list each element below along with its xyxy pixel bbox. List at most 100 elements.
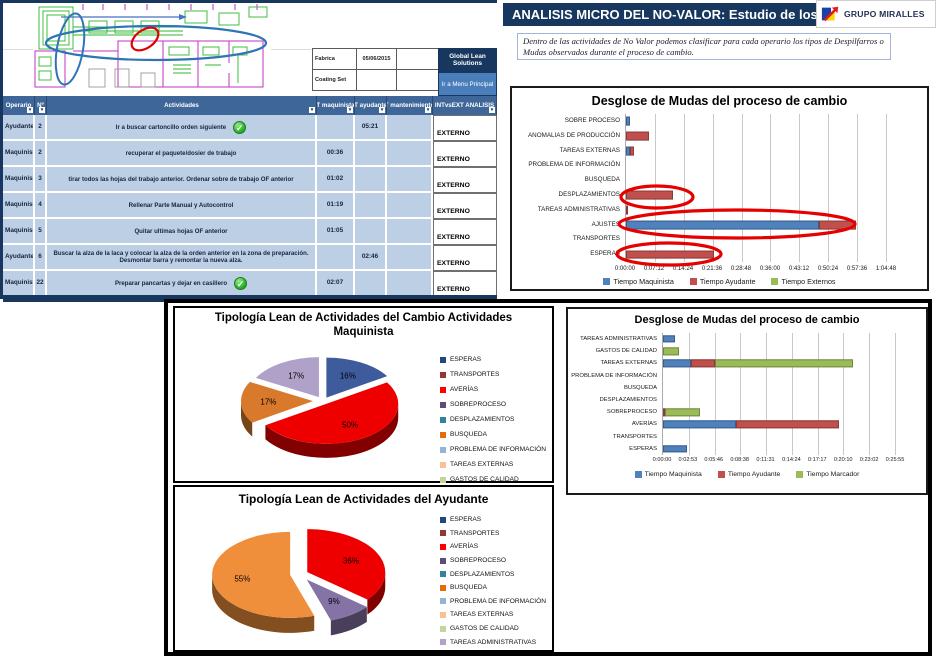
legend-swatch [440, 357, 446, 363]
legend-swatch [440, 571, 446, 577]
cell-t-mantenimiento[interactable] [387, 219, 433, 245]
header-num[interactable]: Nº▾ [35, 96, 47, 115]
cell-t-ayudante[interactable]: 05:21 [355, 115, 387, 141]
cell-num[interactable]: 2 [35, 141, 47, 167]
cell-actividad[interactable]: Quitar ultimas hojas OF anterior [47, 219, 317, 245]
cell-actividad[interactable]: recuperar el paquete/dosier de trabajo [47, 141, 317, 167]
cell-t-ayudante[interactable] [355, 219, 387, 245]
filter-icon[interactable]: ▾ [39, 107, 45, 113]
legend-label: TAREAS ADMINISTRATIVAS [450, 639, 536, 646]
cell-t-mantenimiento[interactable] [387, 193, 433, 219]
cell-operario[interactable]: Maquinista [3, 219, 35, 245]
cell-t-maquinista[interactable]: 01:19 [317, 193, 355, 219]
bar-segment [665, 409, 700, 416]
cell-t-ayudante[interactable] [355, 167, 387, 193]
mini-label[interactable]: Fabrica [312, 48, 357, 70]
header-intvsext[interactable]: INTvsEXT ANALISIS▾ [433, 96, 497, 115]
cell-analisis[interactable]: EXTERNO [433, 141, 497, 167]
menu-principal-button[interactable]: Ir a Menu Principal [438, 72, 497, 96]
cell-num[interactable]: 4 [35, 193, 47, 219]
cell-operario[interactable]: Maquinista [3, 271, 35, 297]
chart-title: Desglose de Mudas del proceso de cambio [568, 314, 926, 326]
cell-num[interactable]: 22 [35, 271, 47, 297]
cell-analisis[interactable]: EXTERNO [433, 193, 497, 219]
cell-t-ayudante[interactable] [355, 271, 387, 297]
cell-t-maquinista[interactable] [317, 115, 355, 141]
cell-num[interactable]: 5 [35, 219, 47, 245]
cell-t-mantenimiento[interactable] [387, 141, 433, 167]
x-tick-label: 0:23:02 [860, 457, 879, 463]
legend-swatch [440, 387, 446, 393]
cell-t-mantenimiento[interactable] [387, 245, 433, 271]
cell-actividad[interactable]: Preparar pancartas y dejar en casillero [47, 271, 317, 297]
filter-icon[interactable]: ▾ [489, 107, 495, 113]
legend-item: BUSQUEDA [440, 427, 546, 442]
cell-t-ayudante[interactable] [355, 193, 387, 219]
legend-label: GASTOS DE CALIDAD [450, 476, 519, 483]
cell-t-maquinista[interactable]: 00:36 [317, 141, 355, 167]
activity-text: tirar todos las hojas del trabajo anteri… [68, 176, 293, 183]
cell-t-mantenimiento[interactable] [387, 167, 433, 193]
legend-item: SOBREPROCESO [440, 397, 546, 412]
pie-svg: 36%9%55% [179, 511, 434, 653]
cell-operario[interactable]: Maquinista [3, 167, 35, 193]
x-tick-label: 0:05:46 [704, 457, 723, 463]
cell-t-maquinista[interactable] [317, 245, 355, 271]
category-label: TRANSPORTES [514, 232, 623, 247]
cell-operario[interactable]: Ayudante [3, 115, 35, 141]
cell-num[interactable]: 2 [35, 115, 47, 141]
mini-value[interactable]: 05/06/2015 [356, 48, 397, 70]
cell-num[interactable]: 3 [35, 167, 47, 193]
bar-row [626, 232, 886, 247]
cell-t-maquinista[interactable]: 01:02 [317, 167, 355, 193]
cell-analisis[interactable]: EXTERNO [433, 271, 497, 297]
cell-operario[interactable]: Ayudante [3, 245, 35, 271]
gridline [886, 114, 887, 262]
cell-analisis[interactable]: EXTERNO [433, 115, 497, 141]
bar-segment [626, 191, 673, 200]
cell-t-mantenimiento[interactable] [387, 115, 433, 141]
cell-t-ayudante[interactable] [355, 141, 387, 167]
chart-title: Desglose de Mudas del proceso de cambio [512, 94, 927, 108]
cell-analisis[interactable]: EXTERNO [433, 219, 497, 245]
filter-icon[interactable]: ▾ [425, 107, 431, 113]
legend-item: TAREAS EXTERNAS [440, 608, 546, 622]
cell-t-maquinista[interactable]: 01:05 [317, 219, 355, 245]
header-t-maquinista[interactable]: T maquinista▾ [317, 96, 355, 115]
analisis-text: EXTERNO [437, 234, 470, 242]
filter-icon[interactable]: ▾ [379, 107, 385, 113]
cell-actividad[interactable]: tirar todos las hojas del trabajo anteri… [47, 167, 317, 193]
cell-actividad[interactable]: Rellenar Parte Manual y Autocontrol [47, 193, 317, 219]
filter-icon[interactable]: ▾ [309, 107, 315, 113]
header-actividades[interactable]: Actividades▾ [47, 96, 317, 115]
filter-icon[interactable]: ▾ [27, 107, 33, 113]
legend-item: TRANSPORTES [440, 367, 546, 382]
legend-item: SOBREPROCESO [440, 554, 546, 568]
cell-operario[interactable]: Maquinista [3, 141, 35, 167]
pie-percent-label: 16% [340, 371, 356, 380]
legend-label: BUSQUEDA [450, 431, 487, 438]
cell-num[interactable]: 6 [35, 245, 47, 271]
mini-value[interactable] [356, 69, 397, 91]
header-operario[interactable]: Operario▾ [3, 96, 35, 115]
filter-icon[interactable]: ▾ [347, 107, 353, 113]
legend-swatch [440, 372, 446, 378]
table-row: Ayudante6Buscar la alza de la laca y col… [3, 245, 497, 271]
mini-empty[interactable] [396, 69, 439, 91]
pie-percent-label: 17% [260, 397, 276, 406]
header-t-ayudante[interactable]: T ayudante▾ [355, 96, 387, 115]
cell-t-maquinista[interactable]: 02:07 [317, 271, 355, 297]
cell-analisis[interactable]: EXTERNO [433, 167, 497, 193]
mini-empty[interactable] [396, 48, 439, 70]
cell-actividad[interactable]: Buscar la alza de la laca y colocar la a… [47, 245, 317, 271]
logo-emblem-icon [821, 4, 841, 24]
cell-actividad[interactable]: Ir a buscar cartoncillo orden siguiente [47, 115, 317, 141]
cell-t-mantenimiento[interactable] [387, 271, 433, 297]
cell-t-ayudante[interactable]: 02:46 [355, 245, 387, 271]
header-t-mantenimiento[interactable]: T mantenimiento▾ [387, 96, 433, 115]
cell-analisis[interactable]: EXTERNO [433, 245, 497, 271]
legend-swatch [440, 477, 446, 483]
cell-operario[interactable]: Maquinista [3, 193, 35, 219]
info-mini-table: Fabrica 05/06/2015 Coating Set [312, 48, 438, 90]
mini-label[interactable]: Coating Set [312, 69, 357, 91]
